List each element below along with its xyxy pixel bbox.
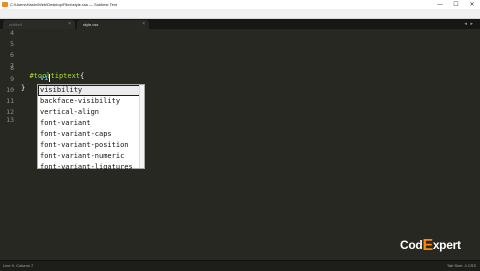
line-number-gutter: 4 5 6 7 8 9 10 11 12 13 xyxy=(0,29,16,260)
line-number: 10 xyxy=(6,86,14,94)
autocomplete-item[interactable]: visibility xyxy=(38,85,144,96)
tab-nav-arrows-icon[interactable]: ◂ ▸ xyxy=(464,20,474,28)
logo-accent-letter: E xyxy=(422,237,433,254)
line-number: 4 xyxy=(10,29,14,37)
autocomplete-item[interactable]: font-variant-position xyxy=(38,140,144,151)
menu-bar: File Edit Selection Find View Goto Tools… xyxy=(0,9,480,25)
title-bar: C:\Users\Hasin\Web\Desktop\Files\style.c… xyxy=(0,0,480,9)
window-title: C:\Users\Hasin\Web\Desktop\Files\style.c… xyxy=(10,2,117,7)
tab-close-icon[interactable]: × xyxy=(68,20,71,29)
close-brace: } xyxy=(21,84,26,92)
codexpert-watermark-logo: CodExpert xyxy=(400,236,461,254)
tab-label: untitled xyxy=(9,22,22,27)
autocomplete-item[interactable]: font-variant-ligatures xyxy=(38,162,144,173)
line-number: 12 xyxy=(6,108,14,116)
autocomplete-item[interactable]: backface-visibility xyxy=(38,96,144,107)
tab-label: style.css xyxy=(83,22,99,27)
line-number: 9 xyxy=(10,75,14,83)
autocomplete-item[interactable]: font-variant xyxy=(38,118,144,129)
app-icon xyxy=(2,2,8,7)
close-button[interactable]: ✕ xyxy=(464,0,480,9)
autocomplete-popup: visibility backface-visibility vertical-… xyxy=(37,84,145,171)
typed-property[interactable]: vi xyxy=(40,74,48,82)
autocomplete-scrollbar[interactable] xyxy=(139,85,144,168)
line-number: 5 xyxy=(10,40,14,48)
tab-close-icon[interactable]: × xyxy=(142,20,145,29)
autocomplete-item[interactable]: font-variant-numeric xyxy=(38,151,144,162)
minimize-button[interactable]: — xyxy=(432,0,448,9)
tab-bar: untitled × style.css × ◂ ▸ xyxy=(0,19,480,29)
css-selector[interactable]: #tooltiptext{ xyxy=(21,64,84,80)
status-bar: Line 9, Column 7 Tab Size: 4 CSS xyxy=(0,260,480,271)
autocomplete-item[interactable]: font-variant-caps xyxy=(38,129,144,140)
line-number: 11 xyxy=(6,97,14,105)
tab-style-css[interactable]: style.css × xyxy=(77,20,149,29)
logo-text-start: Cod xyxy=(400,238,423,252)
tab-untitled[interactable]: untitled × xyxy=(3,20,75,29)
line-number: 6 xyxy=(10,51,14,59)
selector-text: #tooltiptext xyxy=(29,72,81,80)
autocomplete-item[interactable]: vertical-align xyxy=(38,107,144,118)
maximize-button[interactable]: ☐ xyxy=(448,0,464,9)
line-number: 13 xyxy=(6,116,14,124)
text-cursor xyxy=(49,74,50,82)
open-brace: { xyxy=(80,72,85,80)
logo-text-end: xpert xyxy=(432,238,461,252)
line-number: 8 xyxy=(10,64,14,72)
